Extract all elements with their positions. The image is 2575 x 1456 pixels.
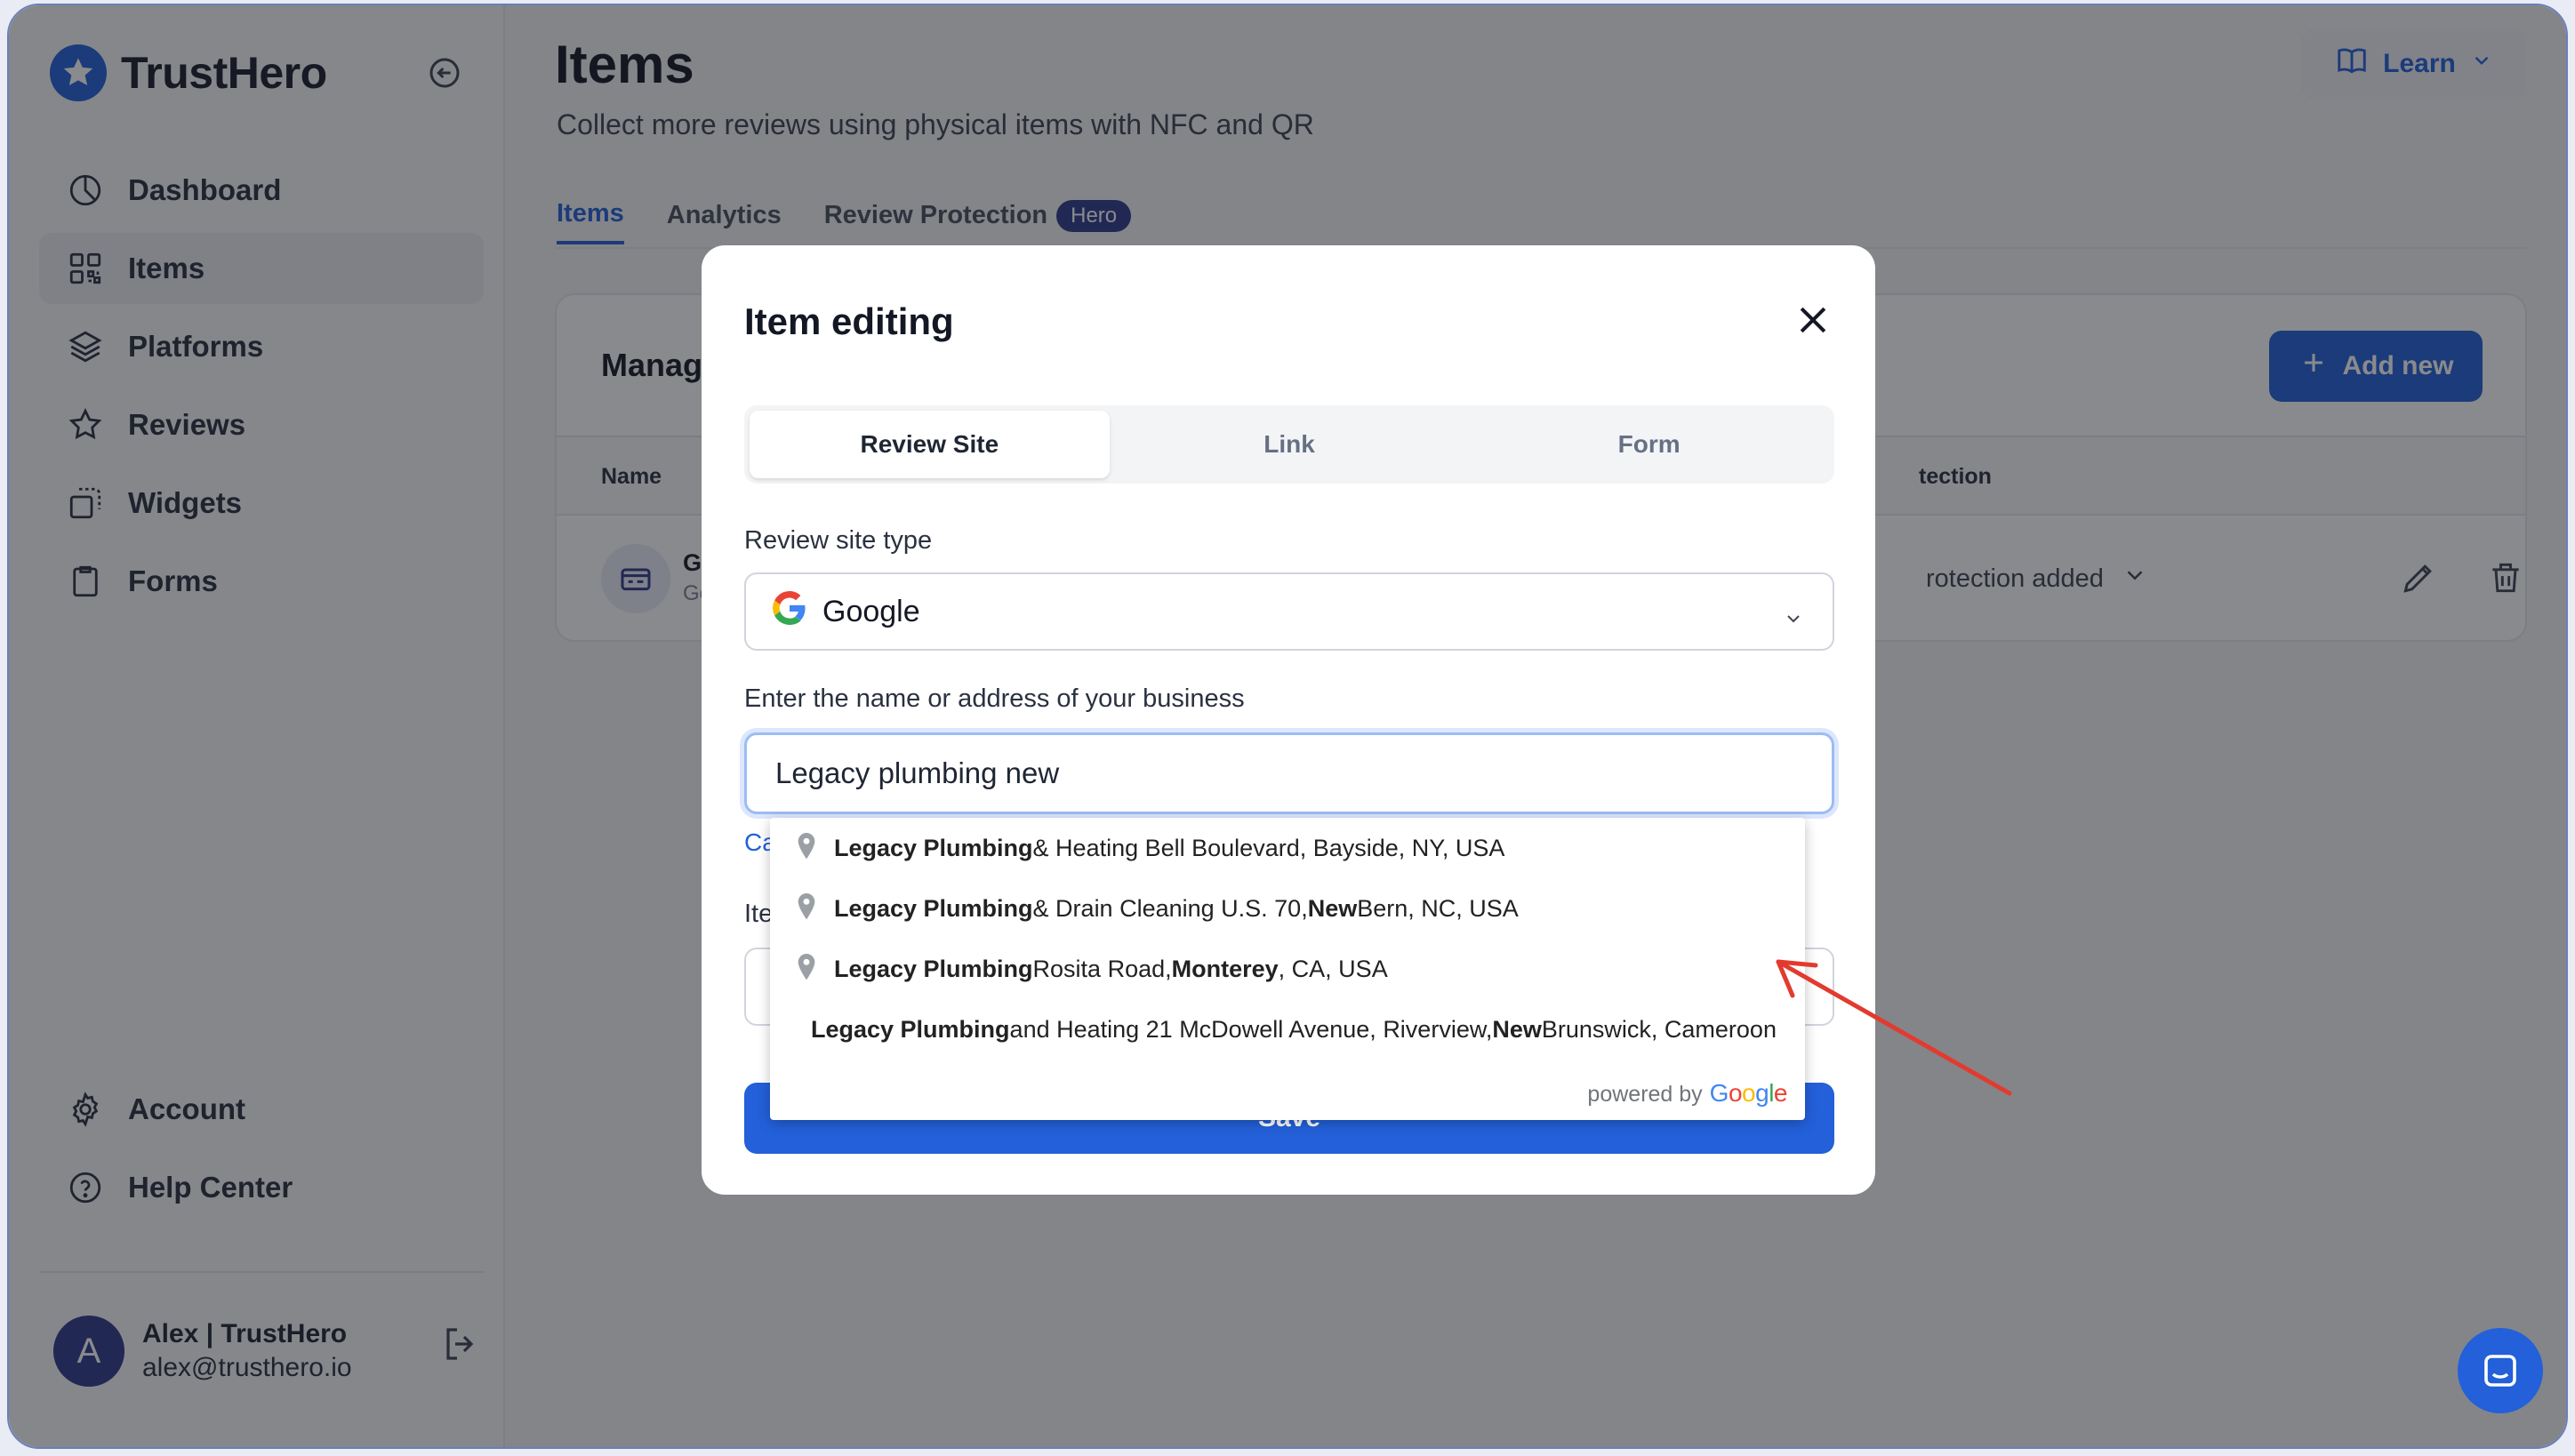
modal-title: Item editing [744, 300, 954, 342]
map-pin-icon [797, 893, 822, 924]
autocomplete-result[interactable]: Legacy Plumbing Rosita Road, Monterey, C… [770, 939, 1805, 999]
review-site-type-label: Review site type [744, 526, 933, 555]
powered-by-label: powered by [1587, 1082, 1703, 1107]
places-autocomplete-dropdown: Legacy Plumbing & Heating Bell Boulevard… [770, 818, 1805, 1120]
result-text: New [1492, 1015, 1542, 1043]
map-pin-icon [797, 954, 822, 984]
autocomplete-result[interactable]: Legacy Plumbing & Heating Bell Boulevard… [770, 818, 1805, 878]
business-label: Enter the name or address of your busine… [744, 684, 1245, 713]
result-match: Legacy Plumbing [834, 894, 1033, 922]
partially-hidden-label: Ite [744, 900, 774, 928]
result-text: & Heating Bell Boulevard, Bayside, NY, U… [1032, 834, 1505, 861]
autocomplete-result[interactable]: Legacy Plumbing & Drain Cleaning U.S. 70… [770, 878, 1805, 939]
result-text: Rosita Road, [1032, 955, 1172, 982]
result-match: Legacy Plumbing [811, 1015, 1010, 1043]
result-match: Legacy Plumbing [834, 955, 1033, 982]
map-pin-icon [797, 833, 822, 863]
chat-launcher-icon[interactable] [2458, 1328, 2543, 1413]
segment-form[interactable]: Form [1469, 411, 1829, 478]
review-site-type-select[interactable]: Google [744, 572, 1834, 651]
business-search-input[interactable] [744, 732, 1834, 814]
segment-review-site[interactable]: Review Site [750, 411, 1110, 478]
source-segmented-control: Review Site Link Form [744, 405, 1834, 484]
result-text: , CA, USA [1278, 955, 1388, 982]
chevron-down-icon [1781, 603, 1806, 624]
result-text: and Heating 21 McDowell Avenue, Rivervie… [1009, 1015, 1493, 1043]
result-text: Bern, NC, USA [1357, 894, 1519, 922]
result-text: & Drain Cleaning U.S. 70, [1032, 894, 1308, 922]
result-text: Brunswick, Cameroon [1541, 1015, 1777, 1043]
close-icon[interactable] [1793, 300, 1833, 340]
result-text: Monterey [1171, 955, 1279, 982]
powered-by-google: powered by Google [1587, 1079, 1787, 1108]
annotation-arrow-icon [1776, 959, 2012, 1096]
autocomplete-result[interactable]: Legacy Plumbing and Heating 21 McDowell … [770, 999, 1805, 1060]
segment-link[interactable]: Link [1110, 411, 1470, 478]
google-g-icon [773, 590, 806, 633]
result-match: Legacy Plumbing [834, 834, 1033, 861]
result-text: New [1307, 894, 1358, 922]
selected-site-type: Google [822, 594, 920, 628]
